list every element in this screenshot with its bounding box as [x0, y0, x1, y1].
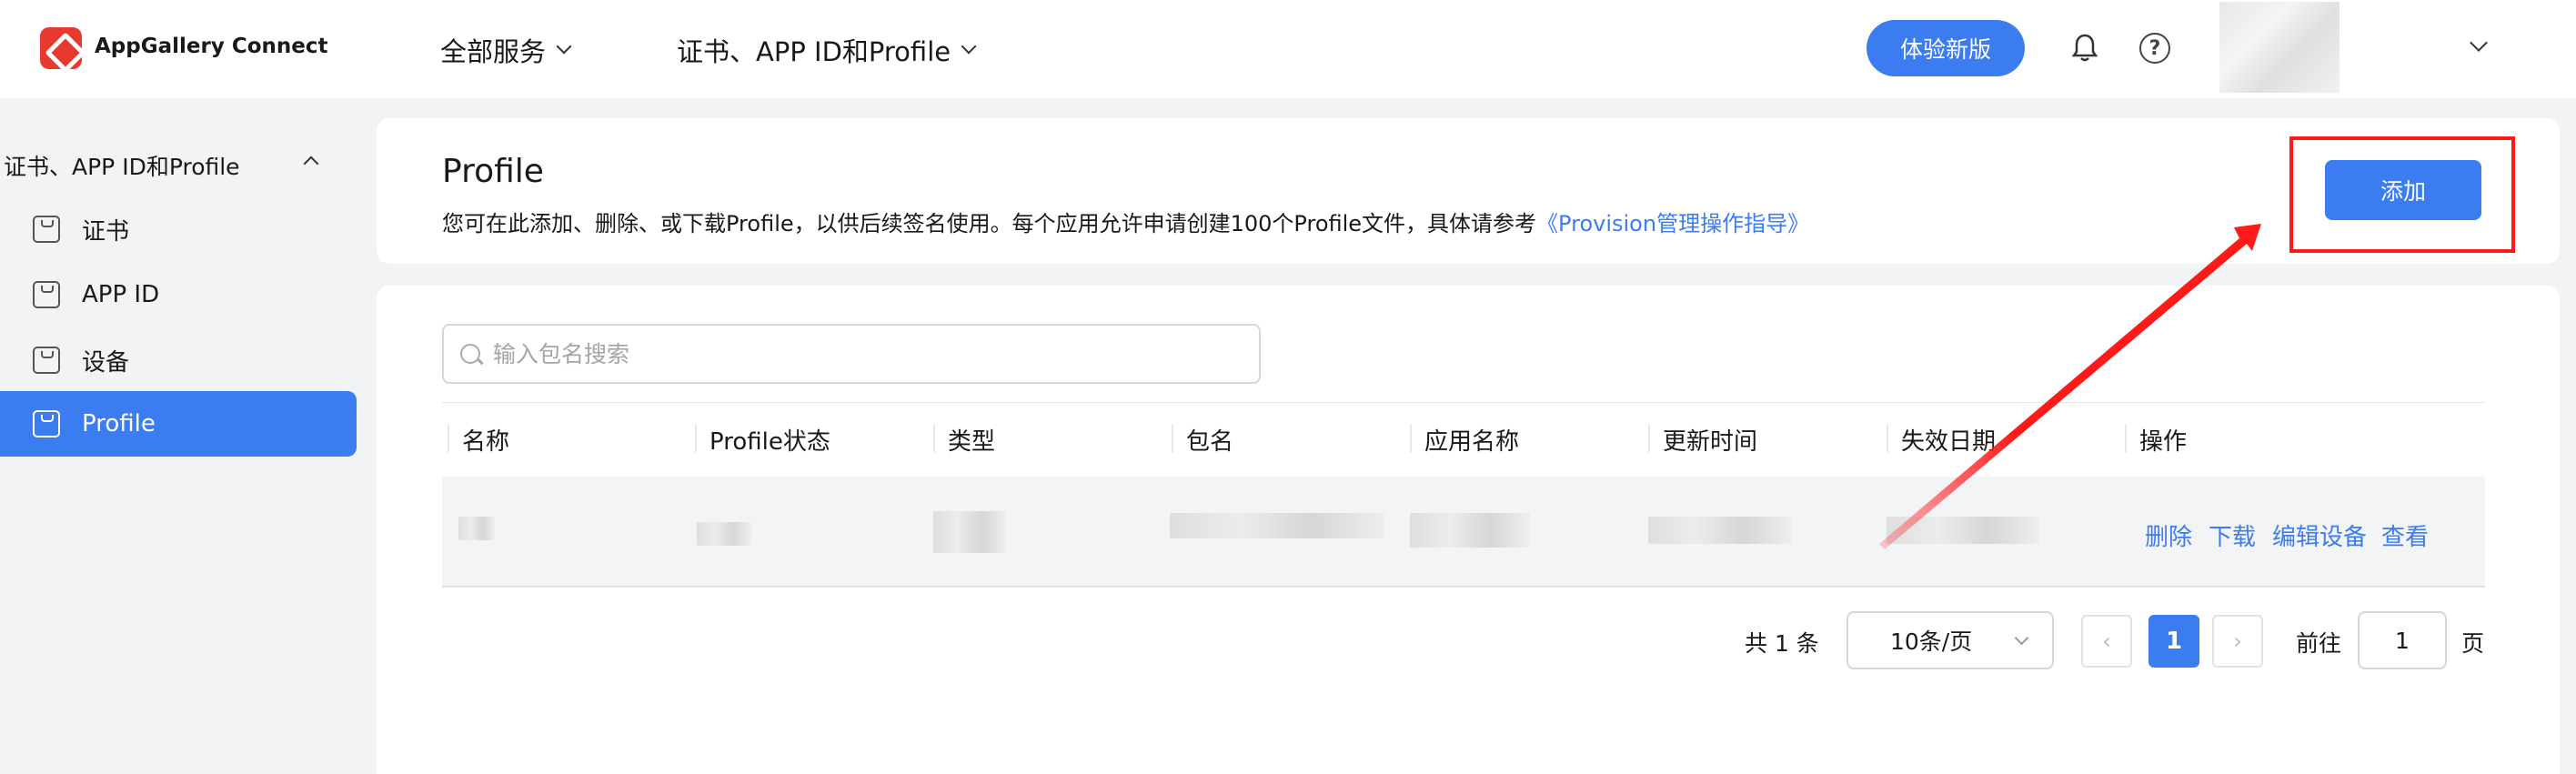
edit-devices-link[interactable]: 编辑设备	[2272, 518, 2367, 552]
search-input[interactable]	[493, 340, 1221, 367]
sidebar-group-label[interactable]: 证书、APP ID和Profile	[4, 149, 240, 182]
redacted-type	[933, 511, 1006, 553]
top-bar: AppGallery Connect 全部服务 证书、APP ID和Profil…	[0, 0, 2576, 98]
nav-all-services-label: 全部服务	[440, 36, 547, 67]
trial-new-version-button[interactable]: 体验新版	[1867, 20, 2025, 76]
goto-label: 前往	[2296, 630, 2342, 657]
chevron-down-icon[interactable]	[2470, 34, 2488, 52]
redacted-status	[697, 522, 751, 546]
sidebar-item-label: 证书	[82, 217, 130, 246]
column-profile-status: Profile状态	[709, 428, 830, 456]
app-icon	[33, 347, 60, 374]
avatar[interactable]	[2219, 2, 2340, 93]
delete-link[interactable]: 删除	[2145, 518, 2192, 552]
column-divider	[933, 425, 935, 452]
page-size-value: 10条/页	[1890, 628, 1973, 655]
redacted-package-name	[1170, 513, 1384, 538]
redacted-expiry-date	[1887, 517, 2039, 544]
download-link[interactable]: 下载	[2209, 518, 2256, 552]
page-label: 页	[2461, 630, 2485, 657]
column-actions: 操作	[2139, 428, 2188, 456]
column-divider	[1172, 425, 1173, 452]
redacted-name	[458, 517, 495, 540]
pagination-total: 共 1 条	[1745, 630, 1819, 657]
help-icon[interactable]: ?	[2139, 33, 2170, 64]
column-divider	[1648, 425, 1650, 452]
redacted-update-time	[1648, 517, 1792, 544]
table-row: 删除 下载 编辑设备 查看	[442, 477, 2485, 588]
sidebar-item-label: Profile	[82, 410, 156, 437]
annotation-highlight-box	[2289, 136, 2515, 253]
sidebar-item-label: APP ID	[82, 281, 160, 308]
bell-icon[interactable]	[2072, 33, 2098, 62]
nav-section-dropdown[interactable]: 证书、APP ID和Profile	[677, 31, 977, 69]
chevron-down-icon	[556, 38, 572, 55]
app-icon	[33, 216, 60, 243]
nav-all-services[interactable]: 全部服务	[440, 31, 572, 69]
chevron-down-icon	[2014, 630, 2029, 646]
column-divider	[2125, 425, 2127, 452]
profile-table: 名称 Profile状态 类型 包名 应用名称 更新时间 失效日期 操作 删除 …	[442, 402, 2485, 588]
column-divider	[448, 425, 449, 452]
column-update-time: 更新时间	[1663, 428, 1758, 456]
page-size-select[interactable]: 10条/页	[1846, 611, 2054, 669]
search-box[interactable]	[442, 324, 1261, 384]
brand-name[interactable]: AppGallery Connect	[95, 35, 328, 58]
view-link[interactable]: 查看	[2381, 518, 2429, 552]
column-divider	[695, 425, 697, 452]
app-icon	[33, 281, 60, 308]
search-icon	[460, 344, 480, 364]
sidebar-item-profile[interactable]: Profile	[0, 391, 357, 457]
appgallery-logo-icon[interactable]	[40, 27, 82, 69]
next-page-button[interactable]: ›	[2212, 615, 2263, 668]
provision-guide-link[interactable]: 《Provision管理操作指导》	[1536, 211, 1809, 236]
column-divider	[1410, 425, 1412, 452]
sidebar-item-devices[interactable]: 设备	[0, 327, 357, 393]
column-name: 名称	[462, 428, 510, 456]
page-title: Profile	[442, 153, 544, 190]
page-header-card	[377, 118, 2560, 264]
page-description-text: 您可在此添加、删除、或下载Profile，以供后续签名使用。每个应用允许申请创建…	[442, 211, 1537, 236]
sidebar-item-label: 设备	[82, 348, 130, 377]
column-type: 类型	[948, 428, 996, 456]
chevron-down-icon	[961, 38, 977, 55]
page-description: 您可在此添加、删除、或下载Profile，以供后续签名使用。每个应用允许申请创建…	[442, 206, 1809, 237]
nav-section-label: 证书、APP ID和Profile	[677, 36, 951, 67]
app-icon	[33, 410, 60, 437]
current-page-button[interactable]: 1	[2148, 615, 2199, 668]
column-package-name: 包名	[1186, 428, 1234, 456]
column-divider	[1887, 425, 1888, 452]
redacted-app-name	[1410, 513, 1530, 548]
sidebar-item-certificates[interactable]: 证书	[0, 196, 357, 262]
table-header: 名称 Profile状态 类型 包名 应用名称 更新时间 失效日期 操作	[442, 402, 2485, 477]
column-app-name: 应用名称	[1424, 428, 1520, 456]
column-expiry-date: 失效日期	[1901, 428, 1997, 456]
sidebar-item-app-id[interactable]: APP ID	[0, 262, 357, 327]
prev-page-button[interactable]: ‹	[2081, 615, 2132, 668]
goto-page-input[interactable]	[2358, 611, 2447, 669]
